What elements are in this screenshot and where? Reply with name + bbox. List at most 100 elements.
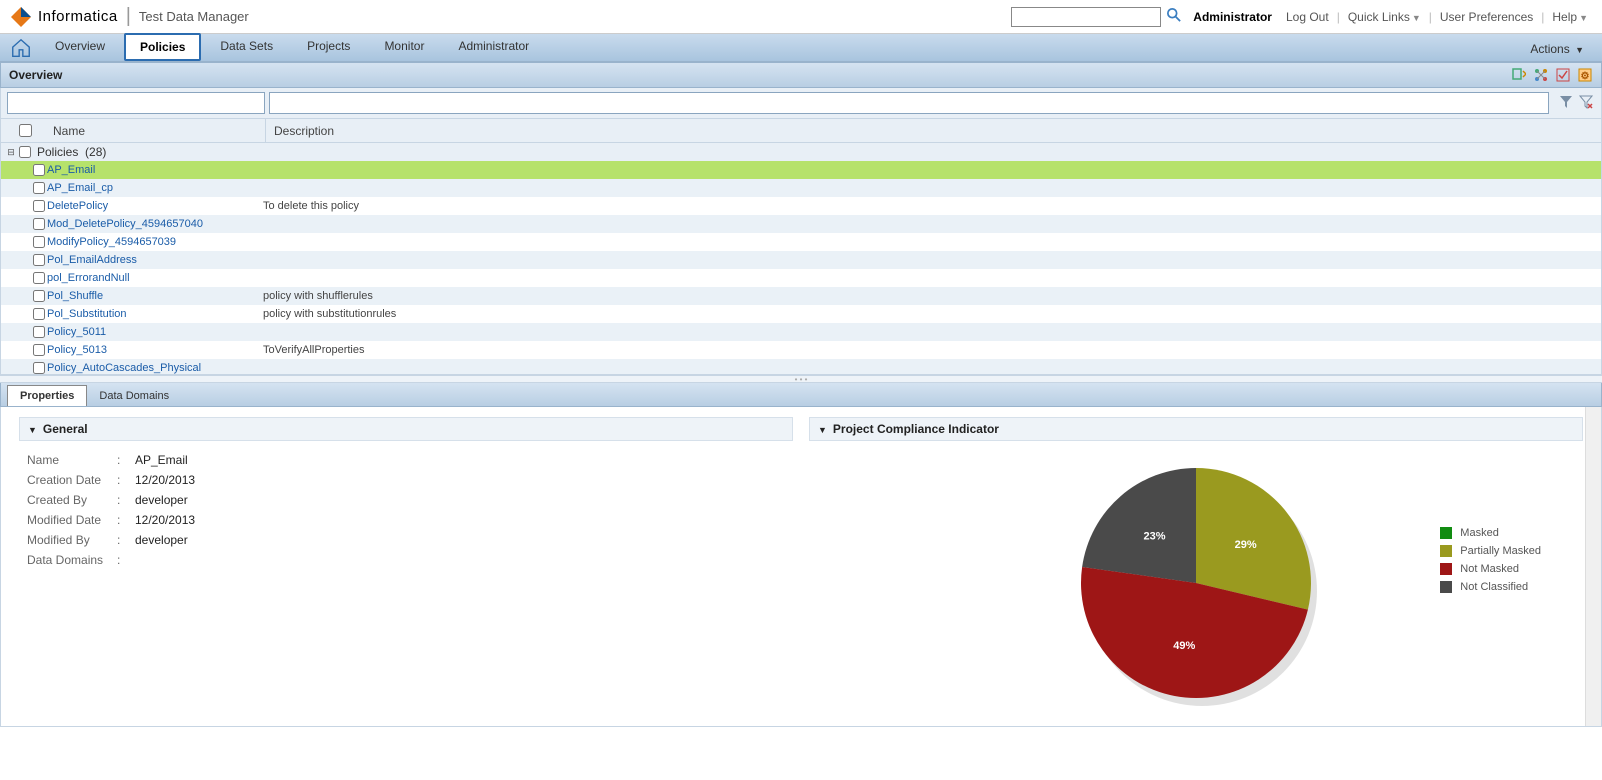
policy-link[interactable]: Pol_Substitution <box>47 308 127 320</box>
legend-swatch <box>1440 527 1452 539</box>
table-header: Name Description <box>0 119 1602 143</box>
row-checkbox[interactable] <box>33 362 45 374</box>
policy-link[interactable]: Policy_AutoCascades_Physical <box>47 362 201 374</box>
nav-tab-projects[interactable]: Projects <box>292 33 365 61</box>
property-row: Modified By:developer <box>19 533 793 547</box>
chart-legend: MaskedPartially MaskedNot MaskedNot Clas… <box>1440 527 1541 599</box>
quick-links-menu[interactable]: Quick Links▼ <box>1344 10 1425 24</box>
filter-apply-icon[interactable] <box>1559 95 1575 111</box>
property-row: Modified Date:12/20/2013 <box>19 513 793 527</box>
property-value: developer <box>135 533 188 547</box>
row-checkbox[interactable] <box>33 182 45 194</box>
row-checkbox[interactable] <box>33 218 45 230</box>
general-panel: ▼General Name:AP_EmailCreation Date:12/2… <box>11 417 801 716</box>
general-panel-title[interactable]: ▼General <box>19 417 793 441</box>
policy-link[interactable]: Mod_DeletePolicy_4594657040 <box>47 218 203 230</box>
toolbar-icon-4[interactable]: ⚙ <box>1577 67 1593 83</box>
table-row[interactable]: Mod_DeletePolicy_4594657040 <box>1 215 1601 233</box>
compliance-panel-title[interactable]: ▼Project Compliance Indicator <box>809 417 1583 441</box>
pie-slice-label: 23% <box>1143 530 1165 542</box>
row-checkbox[interactable] <box>33 308 45 320</box>
row-checkbox[interactable] <box>33 164 45 176</box>
horizontal-splitter[interactable]: • • • <box>0 375 1602 383</box>
expand-icon[interactable]: ⊟ <box>5 147 17 158</box>
policy-link[interactable]: AP_Email_cp <box>47 182 113 194</box>
toolbar-icon-1[interactable] <box>1511 67 1527 83</box>
policies-group-row[interactable]: ⊟ Policies (28) <box>1 143 1601 161</box>
row-checkbox[interactable] <box>33 254 45 266</box>
table-row[interactable]: Policy_AutoCascades_Physical <box>1 359 1601 374</box>
logo-icon <box>10 6 32 28</box>
row-checkbox[interactable] <box>33 344 45 356</box>
policy-description: To delete this policy <box>255 200 1597 212</box>
tab-data-domains[interactable]: Data Domains <box>87 386 181 406</box>
column-header-description[interactable]: Description <box>265 119 1585 142</box>
app-title: Test Data Manager <box>139 9 249 24</box>
table-row[interactable]: AP_Email_cp <box>1 179 1601 197</box>
table-row[interactable]: Policy_5011 <box>1 323 1601 341</box>
brand-separator: | <box>126 5 131 28</box>
property-label: Created By <box>27 493 117 507</box>
property-value: AP_Email <box>135 453 188 467</box>
svg-text:⚙: ⚙ <box>1581 71 1590 82</box>
legend-item: Not Masked <box>1440 563 1541 575</box>
filter-name-input[interactable] <box>7 92 265 114</box>
policy-link[interactable]: AP_Email <box>47 164 95 176</box>
toolbar-icon-2[interactable] <box>1533 67 1549 83</box>
table-row[interactable]: pol_ErrorandNull <box>1 269 1601 287</box>
policy-link[interactable]: Policy_5013 <box>47 344 107 356</box>
column-header-name[interactable]: Name <box>49 124 265 138</box>
toolbar-icon-3[interactable] <box>1555 67 1571 83</box>
nav-tab-overview[interactable]: Overview <box>40 33 120 61</box>
table-row[interactable]: Pol_Shufflepolicy with shufflerules <box>1 287 1601 305</box>
policy-link[interactable]: Pol_Shuffle <box>47 290 103 302</box>
property-label: Name <box>27 453 117 467</box>
policy-link[interactable]: ModifyPolicy_4594657039 <box>47 236 176 248</box>
table-row[interactable]: DeletePolicy To delete this policy <box>1 197 1601 215</box>
filter-row <box>0 88 1602 119</box>
legend-label: Not Classified <box>1460 581 1528 593</box>
collapse-caret-icon: ▼ <box>28 425 37 435</box>
grid-scroll-area[interactable]: ⊟ Policies (28) AP_Email AP_Email_cp DeleteP… <box>1 143 1601 374</box>
actions-menu[interactable]: Actions ▼ <box>1522 37 1592 61</box>
select-all-checkbox[interactable] <box>19 124 32 137</box>
table-row[interactable]: Pol_EmailAddress <box>1 251 1601 269</box>
filter-description-input[interactable] <box>269 92 1549 114</box>
filter-clear-icon[interactable] <box>1579 95 1595 111</box>
logout-link[interactable]: Log Out <box>1282 10 1333 24</box>
help-menu[interactable]: Help▼ <box>1548 10 1592 24</box>
table-row[interactable]: Pol_Substitutionpolicy with substitution… <box>1 305 1601 323</box>
row-checkbox[interactable] <box>33 326 45 338</box>
row-checkbox[interactable] <box>33 200 45 212</box>
legend-swatch <box>1440 563 1452 575</box>
legend-label: Masked <box>1460 527 1499 539</box>
user-name: Administrator <box>1193 10 1272 24</box>
search-icon[interactable] <box>1167 8 1181 25</box>
user-preferences-link[interactable]: User Preferences <box>1436 10 1537 24</box>
policy-link[interactable]: pol_ErrorandNull <box>47 272 130 284</box>
nav-tab-policies[interactable]: Policies <box>124 33 201 61</box>
property-row: Created By:developer <box>19 493 793 507</box>
policy-link[interactable]: Policy_5011 <box>47 326 106 338</box>
nav-tab-data-sets[interactable]: Data Sets <box>205 33 288 61</box>
nav-tab-monitor[interactable]: Monitor <box>369 33 439 61</box>
legend-item: Not Classified <box>1440 581 1541 593</box>
tab-properties[interactable]: Properties <box>7 385 87 406</box>
row-checkbox[interactable] <box>33 236 45 248</box>
home-icon[interactable] <box>10 37 32 59</box>
table-row[interactable]: Policy_5013ToVerifyAllProperties <box>1 341 1601 359</box>
policy-link[interactable]: DeletePolicy <box>47 200 108 212</box>
row-checkbox[interactable] <box>33 290 45 302</box>
group-checkbox[interactable] <box>19 146 31 158</box>
table-row[interactable]: ModifyPolicy_4594657039 <box>1 233 1601 251</box>
detail-scrollbar[interactable] <box>1585 407 1601 726</box>
brand-text: Informatica <box>38 8 118 25</box>
property-label: Data Domains <box>27 553 117 567</box>
property-label: Modified Date <box>27 513 117 527</box>
nav-tab-administrator[interactable]: Administrator <box>443 33 544 61</box>
policy-link[interactable]: Pol_EmailAddress <box>47 254 137 266</box>
group-label: Policies (28) <box>33 145 106 159</box>
table-row[interactable]: AP_Email <box>1 161 1601 179</box>
row-checkbox[interactable] <box>33 272 45 284</box>
global-search-input[interactable] <box>1011 7 1161 27</box>
